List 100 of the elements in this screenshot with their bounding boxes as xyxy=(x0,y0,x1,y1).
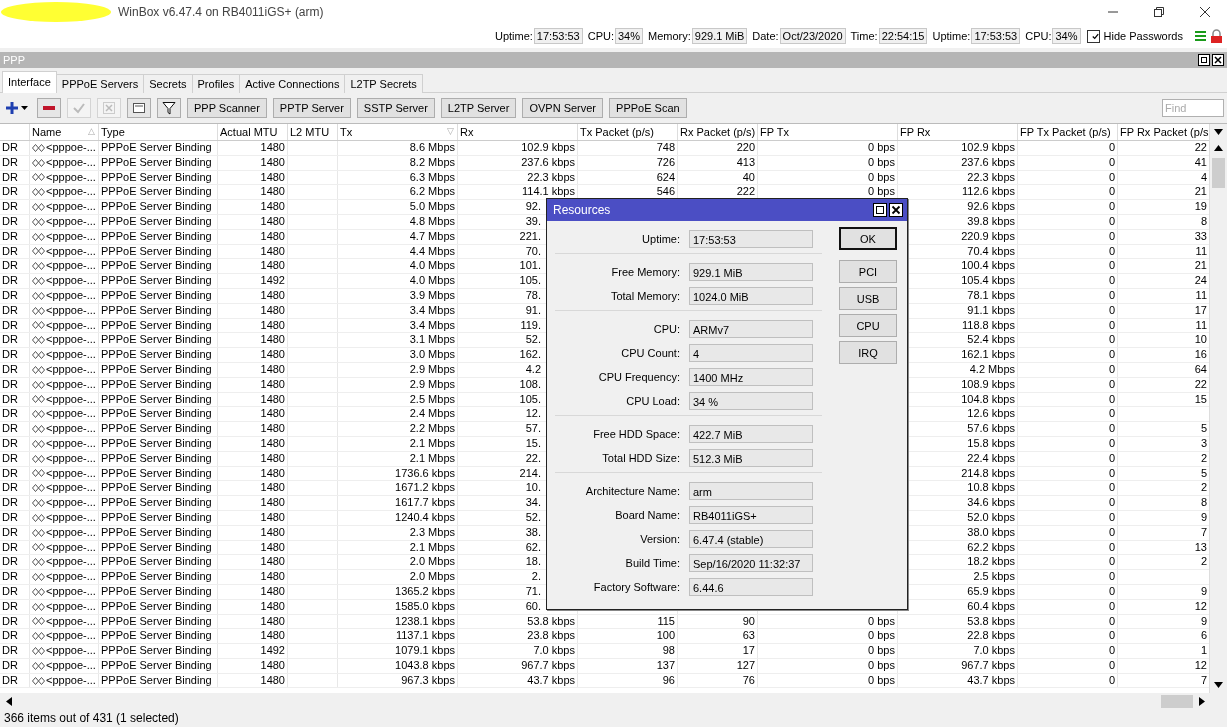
column-label: Actual MTU xyxy=(220,126,278,138)
toolbar-button[interactable]: PPP Scanner xyxy=(187,98,267,118)
table-cell: 1480 xyxy=(260,155,285,168)
column-header[interactable]: Tx Packet (p/s) xyxy=(578,124,678,140)
binding-icon xyxy=(32,602,45,611)
table-cell: 0 xyxy=(1108,303,1115,316)
tab[interactable]: PPPoE Servers xyxy=(55,74,145,93)
table-cell: 17 xyxy=(742,644,755,657)
tab[interactable]: Profiles xyxy=(191,74,241,93)
table-cell: 3.0 Mbps xyxy=(409,348,455,361)
scroll-left-icon[interactable] xyxy=(5,696,12,706)
scroll-thumb[interactable] xyxy=(1212,158,1225,188)
dialog-button[interactable]: USB xyxy=(839,287,897,310)
table-cell: 105. xyxy=(519,392,541,405)
table-cell: 43.7 kbps xyxy=(527,673,575,686)
table-cell: 2 xyxy=(1200,555,1207,568)
dropdown-icon[interactable] xyxy=(1214,129,1223,135)
table-cell: 1480 xyxy=(260,481,285,494)
tab[interactable]: L2TP Secrets xyxy=(344,74,423,93)
table-cell: 2.4 Mbps xyxy=(409,407,455,420)
readonly-field: 1024.0 MiB xyxy=(689,287,813,305)
table-cell: 18.2 kbps xyxy=(967,555,1015,568)
column-header[interactable]: FP Tx xyxy=(758,124,898,140)
binding-icon xyxy=(32,158,45,167)
table-cell: <pppoe-... xyxy=(46,407,96,422)
status-label: CPU: xyxy=(587,30,614,42)
status-value: 34% xyxy=(614,28,643,44)
toolbar-button[interactable]: L2TP Server xyxy=(440,98,517,118)
restore-icon[interactable] xyxy=(1153,6,1165,18)
table-cell: 0 bps xyxy=(868,614,895,627)
binding-icon xyxy=(32,247,45,256)
close-icon[interactable] xyxy=(1212,54,1224,66)
checkbox[interactable] xyxy=(1086,29,1100,43)
binding-icon xyxy=(32,661,45,670)
toolbar-button[interactable]: OVPN Server xyxy=(522,98,604,118)
field-label: CPU Load: xyxy=(625,395,681,407)
comment-button[interactable] xyxy=(127,98,151,118)
column-header[interactable]: L2 MTU xyxy=(288,124,338,140)
column-header[interactable]: Rx xyxy=(458,124,578,140)
readonly-field: 6.47.4 (stable) xyxy=(689,530,813,548)
scroll-up-icon[interactable] xyxy=(1214,145,1223,151)
table-cell: PPPoE Server Binding xyxy=(101,215,212,227)
table-cell: 119. xyxy=(520,318,541,331)
toolbar-button[interactable]: PPTP Server xyxy=(272,98,351,118)
table-cell: 967.7 kbps xyxy=(521,658,575,671)
table-cell: 1480 xyxy=(260,614,285,627)
find-field[interactable]: Find xyxy=(1162,99,1224,117)
field-label: Board Name: xyxy=(614,509,681,521)
remove-button[interactable] xyxy=(37,98,61,118)
toolbar-button[interactable]: SSTP Server xyxy=(356,98,435,118)
scroll-right-icon[interactable] xyxy=(1198,696,1205,706)
dialog-button[interactable]: OK xyxy=(839,227,897,250)
tab[interactable]: Active Connections xyxy=(239,74,346,93)
tab[interactable]: Interface xyxy=(2,71,57,93)
readonly-field: 34 % xyxy=(689,392,813,410)
table-cell: 15 xyxy=(1194,392,1207,405)
status-value: 34% xyxy=(1052,28,1081,44)
restore-icon[interactable] xyxy=(1198,54,1210,66)
filter-button[interactable] xyxy=(157,98,181,118)
table-cell: 105. xyxy=(519,274,541,287)
column-header[interactable]: FP Tx Packet (p/s) xyxy=(1018,124,1118,140)
column-label: Type xyxy=(101,126,125,138)
table-cell: 1671.2 kbps xyxy=(395,481,455,494)
table-cell: 0 xyxy=(1108,377,1115,390)
dialog-button[interactable]: IRQ xyxy=(839,341,897,364)
dialog-button[interactable]: CPU xyxy=(839,314,897,337)
column-header[interactable]: FP Rx xyxy=(898,124,1018,140)
table-cell: PPPoE Server Binding xyxy=(101,525,212,538)
table-cell: 0 xyxy=(1108,451,1115,464)
toolbar-button[interactable]: PPPoE Scan xyxy=(609,98,687,118)
table-cell: DR xyxy=(0,303,30,318)
table-cell: 8 xyxy=(1200,496,1207,509)
binding-icon xyxy=(32,351,45,360)
column-header[interactable]: Rx Packet (p/s) xyxy=(678,124,758,140)
restore-icon[interactable] xyxy=(873,203,887,217)
table-cell: 1480 xyxy=(260,570,285,583)
column-header[interactable]: Tx ▽ xyxy=(338,124,458,140)
table-cell: 1480 xyxy=(260,244,285,257)
table-cell: DR xyxy=(0,407,30,422)
table-cell: PPPoE Server Binding xyxy=(101,407,212,420)
readonly-field: Sep/16/2020 11:32:37 xyxy=(689,554,813,572)
check-icon xyxy=(72,101,86,115)
table-cell: 78.1 kbps xyxy=(967,288,1015,301)
column-header[interactable]: Actual MTU xyxy=(218,124,288,140)
table-cell: 15.8 kbps xyxy=(967,436,1015,449)
dialog-button[interactable]: PCI xyxy=(839,260,897,283)
close-icon[interactable] xyxy=(1199,6,1211,18)
scroll-down-icon[interactable] xyxy=(1214,682,1223,688)
table-cell: 0 bps xyxy=(868,644,895,657)
column-header[interactable]: Type xyxy=(99,124,218,140)
column-header[interactable]: Name △ xyxy=(30,124,99,140)
tab[interactable]: Secrets xyxy=(143,74,193,93)
table-cell: 0 xyxy=(1108,644,1115,657)
scroll-thumb[interactable] xyxy=(1161,694,1193,708)
table-cell: 1480 xyxy=(260,185,285,198)
table-cell: 0 xyxy=(1108,185,1115,198)
vertical-scrollbar[interactable] xyxy=(1209,124,1227,693)
table-cell: 0 xyxy=(1108,658,1115,671)
column-label: Rx xyxy=(460,126,474,138)
close-icon[interactable] xyxy=(889,203,903,217)
